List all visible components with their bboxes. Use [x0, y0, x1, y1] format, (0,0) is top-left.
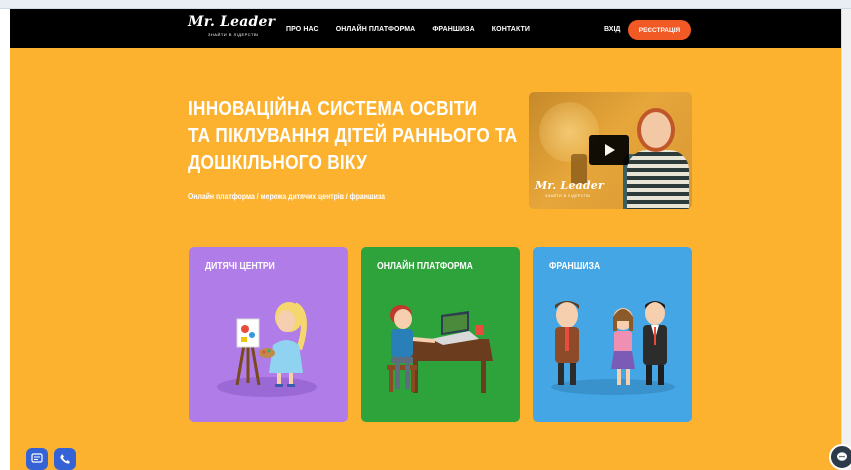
promo-video[interactable]: Mr. Leader ЗНАЙТИ В ЛІДЕРСТВІ	[529, 92, 692, 209]
laptop-child-illustration	[387, 305, 493, 393]
main-nav: ПРО НАС ОНЛАЙН ПЛАТФОРМА ФРАНШИЗА КОНТАК…	[286, 26, 530, 33]
site-header: Mr. Leader ЗНАЙТИ В ЛІДЕРСТВІ ПРО НАС ОН…	[10, 9, 841, 48]
painting-child-illustration	[217, 302, 317, 397]
card-children-centers[interactable]: ДИТЯЧІ ЦЕНТРИ	[189, 247, 348, 422]
landing-page: Mr. Leader ЗНАЙТИ В ЛІДЕРСТВІ ПРО НАС ОН…	[10, 9, 841, 470]
nav-about[interactable]: ПРО НАС	[286, 26, 319, 33]
card-franchise[interactable]: ФРАНШИЗА	[533, 247, 692, 422]
page-scrollbar[interactable]	[841, 9, 851, 470]
site-logo[interactable]: Mr. Leader ЗНАЙТИ В ЛІДЕРСТВІ	[188, 14, 275, 37]
business-people-illustration	[551, 301, 675, 395]
hero-title-line-3: ДОШКІЛЬНОГО ВІКУ	[188, 152, 368, 174]
browser-top-strip	[0, 0, 851, 9]
hero-subtitle: Онлайн платформа / мережа дитячих центрі…	[188, 192, 386, 201]
play-button[interactable]	[589, 135, 629, 165]
video-girl-body	[627, 150, 689, 209]
card-title-children-centers: ДИТЯЧІ ЦЕНТРИ	[205, 261, 275, 272]
phone-icon	[60, 454, 70, 464]
phone-float-button[interactable]	[54, 448, 76, 470]
chat-float-button[interactable]	[26, 448, 48, 470]
video-logo: Mr. Leader ЗНАЙТИ В ЛІДЕРСТВІ	[535, 179, 604, 198]
video-logo-tagline: ЗНАЙТИ В ЛІДЕРСТВІ	[545, 194, 591, 198]
video-girl-head	[637, 108, 675, 152]
logo-wordmark: Mr. Leader	[188, 14, 276, 30]
video-logo-wordmark: Mr. Leader	[535, 179, 604, 192]
hero-title-line-2: ТА ПІКЛУВАННЯ ДІТЕЙ РАННЬОГО ТА	[188, 125, 518, 147]
card-online-platform[interactable]: ОНЛАЙН ПЛАТФОРМА	[361, 247, 520, 422]
messenger-icon	[837, 452, 847, 461]
register-button[interactable]: РЕЄСТРАЦІЯ	[628, 20, 691, 40]
card-title-franchise: ФРАНШИЗА	[549, 261, 601, 272]
login-link[interactable]: ВХІД	[604, 26, 620, 33]
hero-title: ІННОВАЦІЙНА СИСТЕМА ОСВІТИ ТА ПІКЛУВАННЯ…	[188, 96, 518, 177]
logo-tagline: ЗНАЙТИ В ЛІДЕРСТВІ	[208, 32, 259, 37]
nav-online-platform[interactable]: ОНЛАЙН ПЛАТФОРМА	[336, 26, 416, 33]
card-title-online-platform: ОНЛАЙН ПЛАТФОРМА	[377, 261, 473, 272]
chat-icon	[31, 453, 43, 463]
hero-title-line-1: ІННОВАЦІЙНА СИСТЕМА ОСВІТИ	[188, 98, 478, 120]
nav-franchise[interactable]: ФРАНШИЗА	[432, 26, 474, 33]
nav-contacts[interactable]: КОНТАКТИ	[492, 26, 530, 33]
play-icon	[605, 144, 615, 156]
messenger-float-button[interactable]	[829, 444, 851, 470]
